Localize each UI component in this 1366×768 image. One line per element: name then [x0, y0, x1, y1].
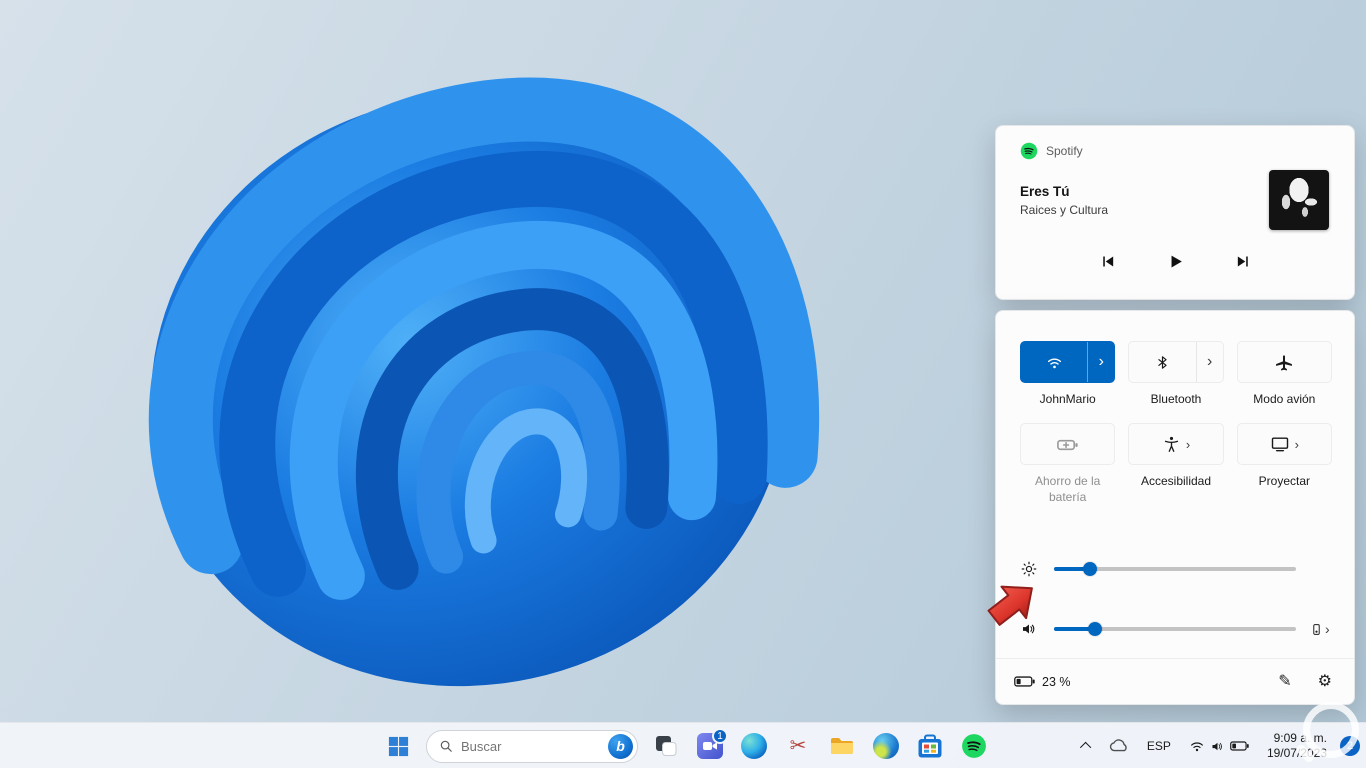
browser-button[interactable]	[866, 726, 906, 766]
bluetooth-tile[interactable]: ›	[1128, 341, 1224, 383]
notification-count-badge[interactable]: 2	[1340, 736, 1360, 756]
wifi-label: JohnMario	[1039, 392, 1096, 406]
show-hidden-icons-button[interactable]	[1078, 728, 1096, 764]
language-label: ESP	[1146, 739, 1171, 753]
battery-icon	[1014, 676, 1035, 687]
media-flyout-header: Spotify	[1020, 142, 1083, 160]
bluetooth-label: Bluetooth	[1150, 392, 1202, 406]
volume-slider-thumb[interactable]	[1088, 622, 1103, 636]
brightness-slider-thumb[interactable]	[1083, 562, 1098, 576]
battery-saver-label: Ahorro de la batería	[1034, 474, 1101, 504]
audio-output-chevron: ›	[1325, 621, 1330, 637]
accessibility-label: Accesibilidad	[1140, 474, 1212, 488]
volume-slider[interactable]	[1054, 622, 1296, 636]
clock-button[interactable]: 9:09 a. m. 19/07/2023	[1262, 728, 1332, 764]
wifi-tile[interactable]: ›	[1020, 341, 1116, 383]
media-controls	[996, 242, 1354, 280]
bluetooth-expand-chevron[interactable]: ›	[1195, 342, 1223, 382]
quick-settings-panel: › JohnMario › Bluetooth Modo avión Ahorr…	[995, 310, 1355, 705]
taskbar: b 1 ✂	[0, 722, 1366, 768]
media-app-name: Spotify	[1046, 144, 1083, 158]
tray-volume-icon	[1212, 742, 1222, 750]
battery-status-button[interactable]: 23 %	[1014, 675, 1071, 689]
brightness-row	[1020, 559, 1332, 579]
bluetooth-icon	[1158, 355, 1167, 369]
folder-icon	[831, 738, 853, 754]
quick-settings-footer: 23 % ✎ ⚙	[996, 658, 1354, 704]
scissors-icon: ✂	[789, 735, 807, 757]
previous-icon	[1102, 256, 1113, 266]
project-icon	[1271, 437, 1288, 452]
previous-track-button[interactable]	[1087, 242, 1127, 280]
play-button[interactable]	[1155, 242, 1195, 280]
airplane-icon	[1276, 355, 1293, 371]
bing-icon[interactable]: b	[608, 733, 633, 759]
audio-device-icon	[1313, 623, 1320, 635]
tray-date: 19/07/2023	[1266, 746, 1327, 760]
project-label: Proyectar	[1258, 474, 1310, 488]
tray-wifi-icon	[1191, 742, 1203, 752]
track-title: Eres Tú	[1020, 184, 1070, 199]
spotify-logo-icon	[1020, 142, 1038, 160]
desktop: Spotify Eres Tú Raices y Cultura › JohnM…	[0, 0, 1366, 768]
taskbar-center: b 1 ✂	[378, 723, 994, 768]
media-flyout-panel: Spotify Eres Tú Raices y Cultura	[995, 125, 1355, 300]
microsoft-store-button[interactable]	[910, 726, 950, 766]
language-switcher[interactable]: ESP	[1142, 728, 1176, 764]
cloud-icon	[1109, 739, 1127, 752]
audio-output-selector[interactable]: ›	[1310, 621, 1330, 637]
search-icon	[440, 740, 452, 752]
file-explorer-button[interactable]	[822, 726, 862, 766]
search-input[interactable]	[461, 738, 600, 754]
next-icon	[1237, 256, 1248, 266]
airplane-mode-label: Modo avión	[1253, 392, 1316, 406]
search-box[interactable]: b	[426, 729, 638, 763]
play-icon	[1171, 255, 1182, 267]
next-track-button[interactable]	[1223, 242, 1263, 280]
volume-row: ›	[1020, 619, 1332, 639]
accessibility-icon	[1164, 436, 1178, 452]
chevron-up-icon	[1079, 741, 1092, 754]
annotation-arrow	[987, 585, 1033, 626]
edit-quick-settings-button[interactable]: ✎	[1278, 673, 1291, 690]
browser-icon	[873, 733, 899, 759]
battery-saver-icon	[1057, 439, 1078, 450]
task-view-icon	[656, 736, 677, 756]
battery-percentage: 23 %	[1042, 674, 1071, 689]
accessibility-chevron-icon: ›	[1185, 436, 1191, 452]
spotify-button[interactable]	[954, 726, 994, 766]
airplane-mode-tile[interactable]	[1236, 341, 1332, 383]
store-icon	[918, 734, 942, 758]
edge-icon	[741, 733, 767, 759]
wifi-icon	[1047, 357, 1061, 368]
wifi-expand-chevron[interactable]: ›	[1087, 342, 1114, 382]
track-artist: Raices y Cultura	[1020, 203, 1109, 217]
start-button[interactable]	[378, 726, 418, 766]
chat-notification-badge: 1	[712, 728, 728, 744]
battery-saver-tile[interactable]	[1020, 423, 1116, 465]
settings-button[interactable]: ⚙	[1318, 673, 1332, 690]
tray-battery-icon	[1230, 741, 1249, 751]
project-chevron-icon: ›	[1294, 436, 1299, 452]
quick-settings-grid: › JohnMario › Bluetooth Modo avión Ahorr…	[1020, 341, 1332, 505]
windows-logo-icon	[388, 736, 408, 756]
chat-button[interactable]: 1	[690, 726, 730, 766]
snipping-tool-button[interactable]: ✂	[778, 726, 818, 766]
spotify-icon	[962, 734, 986, 758]
wallpaper-bloom-image	[148, 77, 820, 687]
onedrive-tray-button[interactable]	[1104, 728, 1134, 764]
project-tile[interactable]: ›	[1236, 423, 1332, 465]
accessibility-tile[interactable]: ›	[1128, 423, 1224, 465]
taskbar-tray: ESP 9:09 a. m. 19/07/2023 2	[1078, 723, 1360, 768]
album-art	[1269, 170, 1329, 230]
quick-settings-tray-button[interactable]	[1184, 728, 1254, 764]
edge-browser-button[interactable]	[734, 726, 774, 766]
task-view-button[interactable]	[646, 726, 686, 766]
tray-time: 9:09 a. m.	[1273, 731, 1327, 745]
brightness-slider[interactable]	[1054, 562, 1296, 576]
